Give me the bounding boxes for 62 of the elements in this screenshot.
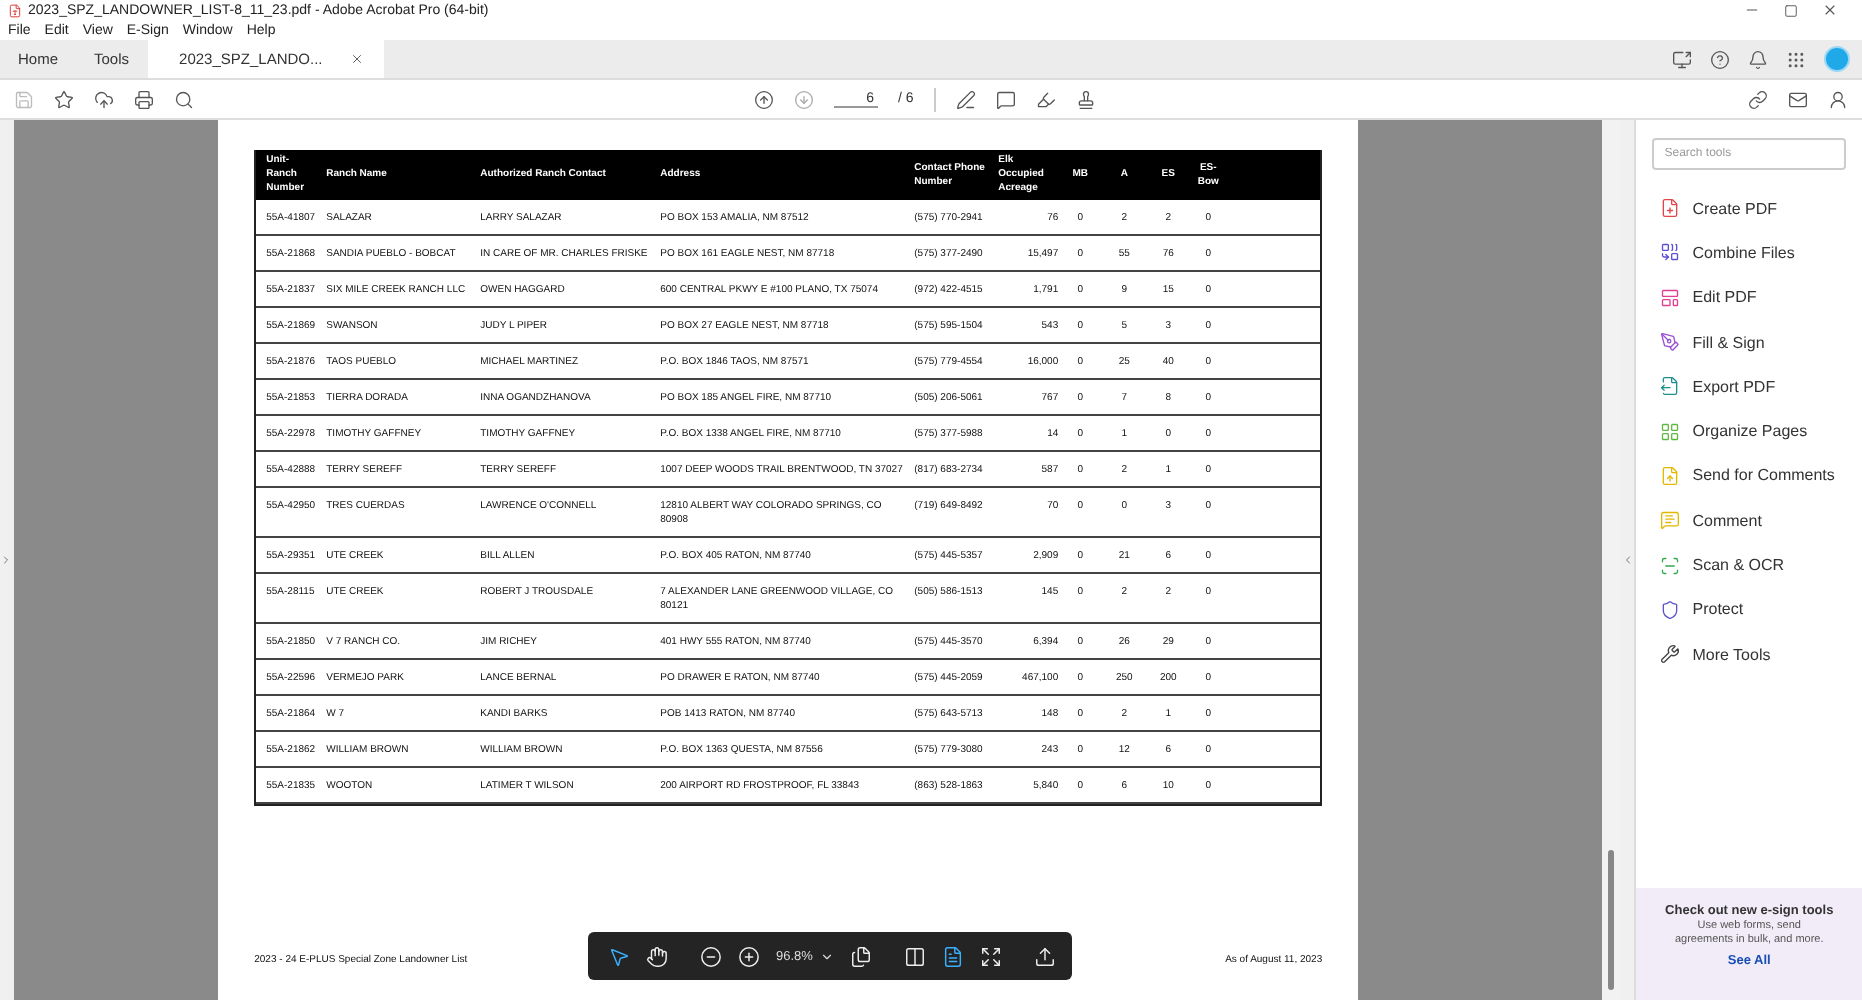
stamp-icon[interactable] xyxy=(1075,89,1096,109)
account-icon[interactable] xyxy=(1828,89,1848,109)
wrench-icon xyxy=(1660,644,1681,665)
zoom-in-button[interactable] xyxy=(737,945,760,967)
combine-icon xyxy=(1660,242,1681,263)
tool-label: Send for Comments xyxy=(1692,466,1835,485)
pdf-icon xyxy=(8,3,22,17)
zoom-out-button[interactable] xyxy=(699,945,722,967)
tool-label: Edit PDF xyxy=(1692,288,1757,307)
apps-grid-icon[interactable] xyxy=(1786,49,1806,69)
grid-icon xyxy=(1660,421,1681,442)
file-export-icon xyxy=(1660,376,1681,397)
tool-button[interactable] xyxy=(645,945,668,967)
tool-label: Protect xyxy=(1692,600,1744,619)
tool-item[interactable]: Comment xyxy=(1636,498,1862,543)
tool-item[interactable]: Combine Files xyxy=(1636,230,1862,276)
scan-icon xyxy=(1660,555,1681,576)
tool-item[interactable]: Fill & Sign xyxy=(1636,319,1862,365)
tool-item[interactable]: Protect xyxy=(1636,587,1862,632)
comment-icon[interactable] xyxy=(995,89,1016,109)
print-icon[interactable] xyxy=(134,89,154,109)
file-send-icon xyxy=(1660,465,1681,486)
layout-icon xyxy=(1660,287,1681,308)
comment-icon xyxy=(1660,510,1681,531)
mail-icon[interactable] xyxy=(1788,89,1808,109)
screen-share-icon[interactable] xyxy=(1672,49,1692,69)
tool-label: Organize Pages xyxy=(1692,422,1808,441)
scrollbar[interactable] xyxy=(1602,120,1621,1000)
tool-label: Fill & Sign xyxy=(1692,333,1765,352)
link-icon[interactable] xyxy=(1748,89,1768,109)
tool-item[interactable]: Create PDF xyxy=(1636,186,1862,231)
tool-label: Scan & OCR xyxy=(1692,556,1785,575)
close-icon[interactable] xyxy=(350,52,365,66)
view-button[interactable] xyxy=(980,945,1003,967)
tool-item[interactable]: Organize Pages xyxy=(1636,408,1862,454)
tool-button[interactable] xyxy=(607,945,630,967)
close-icon[interactable] xyxy=(1822,2,1838,18)
pen-icon xyxy=(1660,332,1681,353)
tool-label: Comment xyxy=(1692,511,1762,530)
file-plus-icon xyxy=(1660,198,1681,219)
tool-label: Combine Files xyxy=(1692,243,1795,262)
cloud-upload-icon[interactable] xyxy=(94,89,114,109)
tool-label: More Tools xyxy=(1692,645,1771,664)
tool-item[interactable]: Scan & OCR xyxy=(1636,542,1862,588)
tool-label: Export PDF xyxy=(1692,377,1776,396)
tool-label: Create PDF xyxy=(1692,199,1777,218)
bell-icon[interactable] xyxy=(1748,49,1768,69)
tool-item[interactable]: More Tools xyxy=(1636,631,1862,677)
share-button[interactable] xyxy=(1034,945,1057,967)
search-icon[interactable] xyxy=(174,89,194,109)
highlighter-icon[interactable] xyxy=(1035,89,1056,109)
caret-icon xyxy=(820,949,835,963)
shield-icon xyxy=(1660,599,1681,620)
pages-button[interactable] xyxy=(850,945,873,967)
tool-item[interactable]: Send for Comments xyxy=(1636,453,1862,499)
signature-icon[interactable] xyxy=(955,89,976,109)
view-button[interactable] xyxy=(942,945,965,967)
help-icon[interactable] xyxy=(1710,49,1730,69)
tool-item[interactable]: Edit PDF xyxy=(1636,275,1862,320)
star-icon[interactable] xyxy=(54,89,74,109)
tool-item[interactable]: Export PDF xyxy=(1636,364,1862,409)
maximize-icon[interactable] xyxy=(1784,3,1798,17)
